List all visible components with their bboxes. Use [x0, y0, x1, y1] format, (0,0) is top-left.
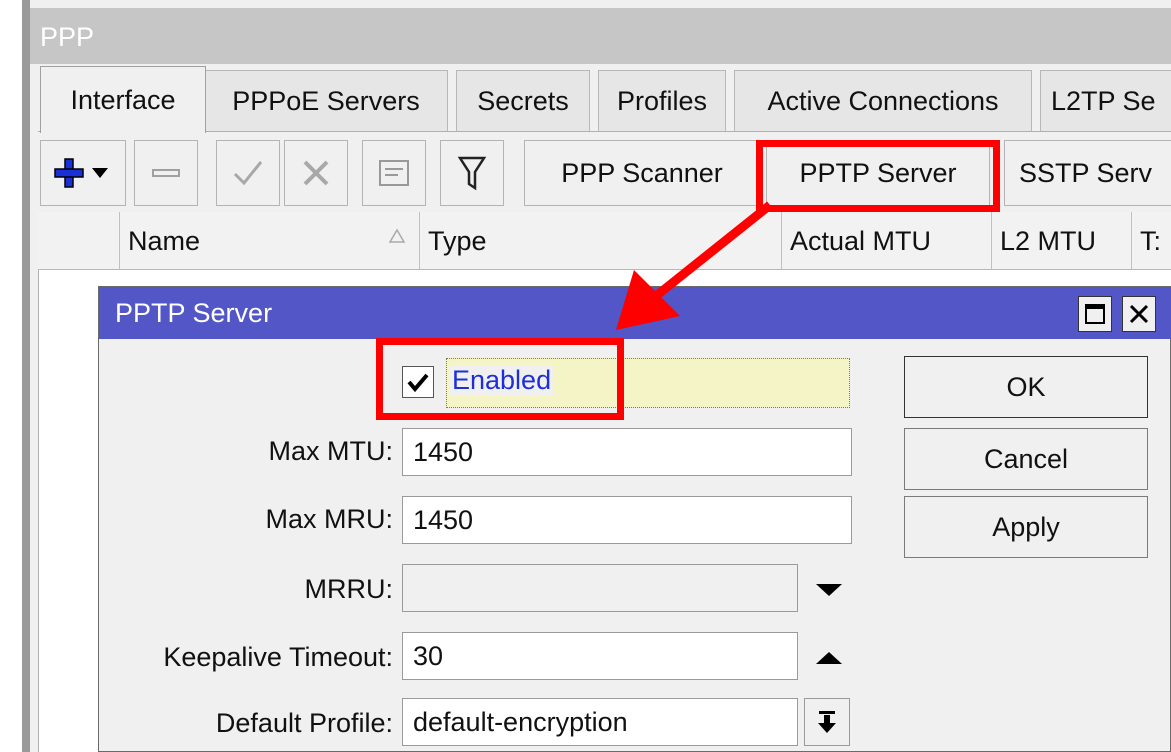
tab-interface[interactable]: Interface — [40, 66, 206, 133]
